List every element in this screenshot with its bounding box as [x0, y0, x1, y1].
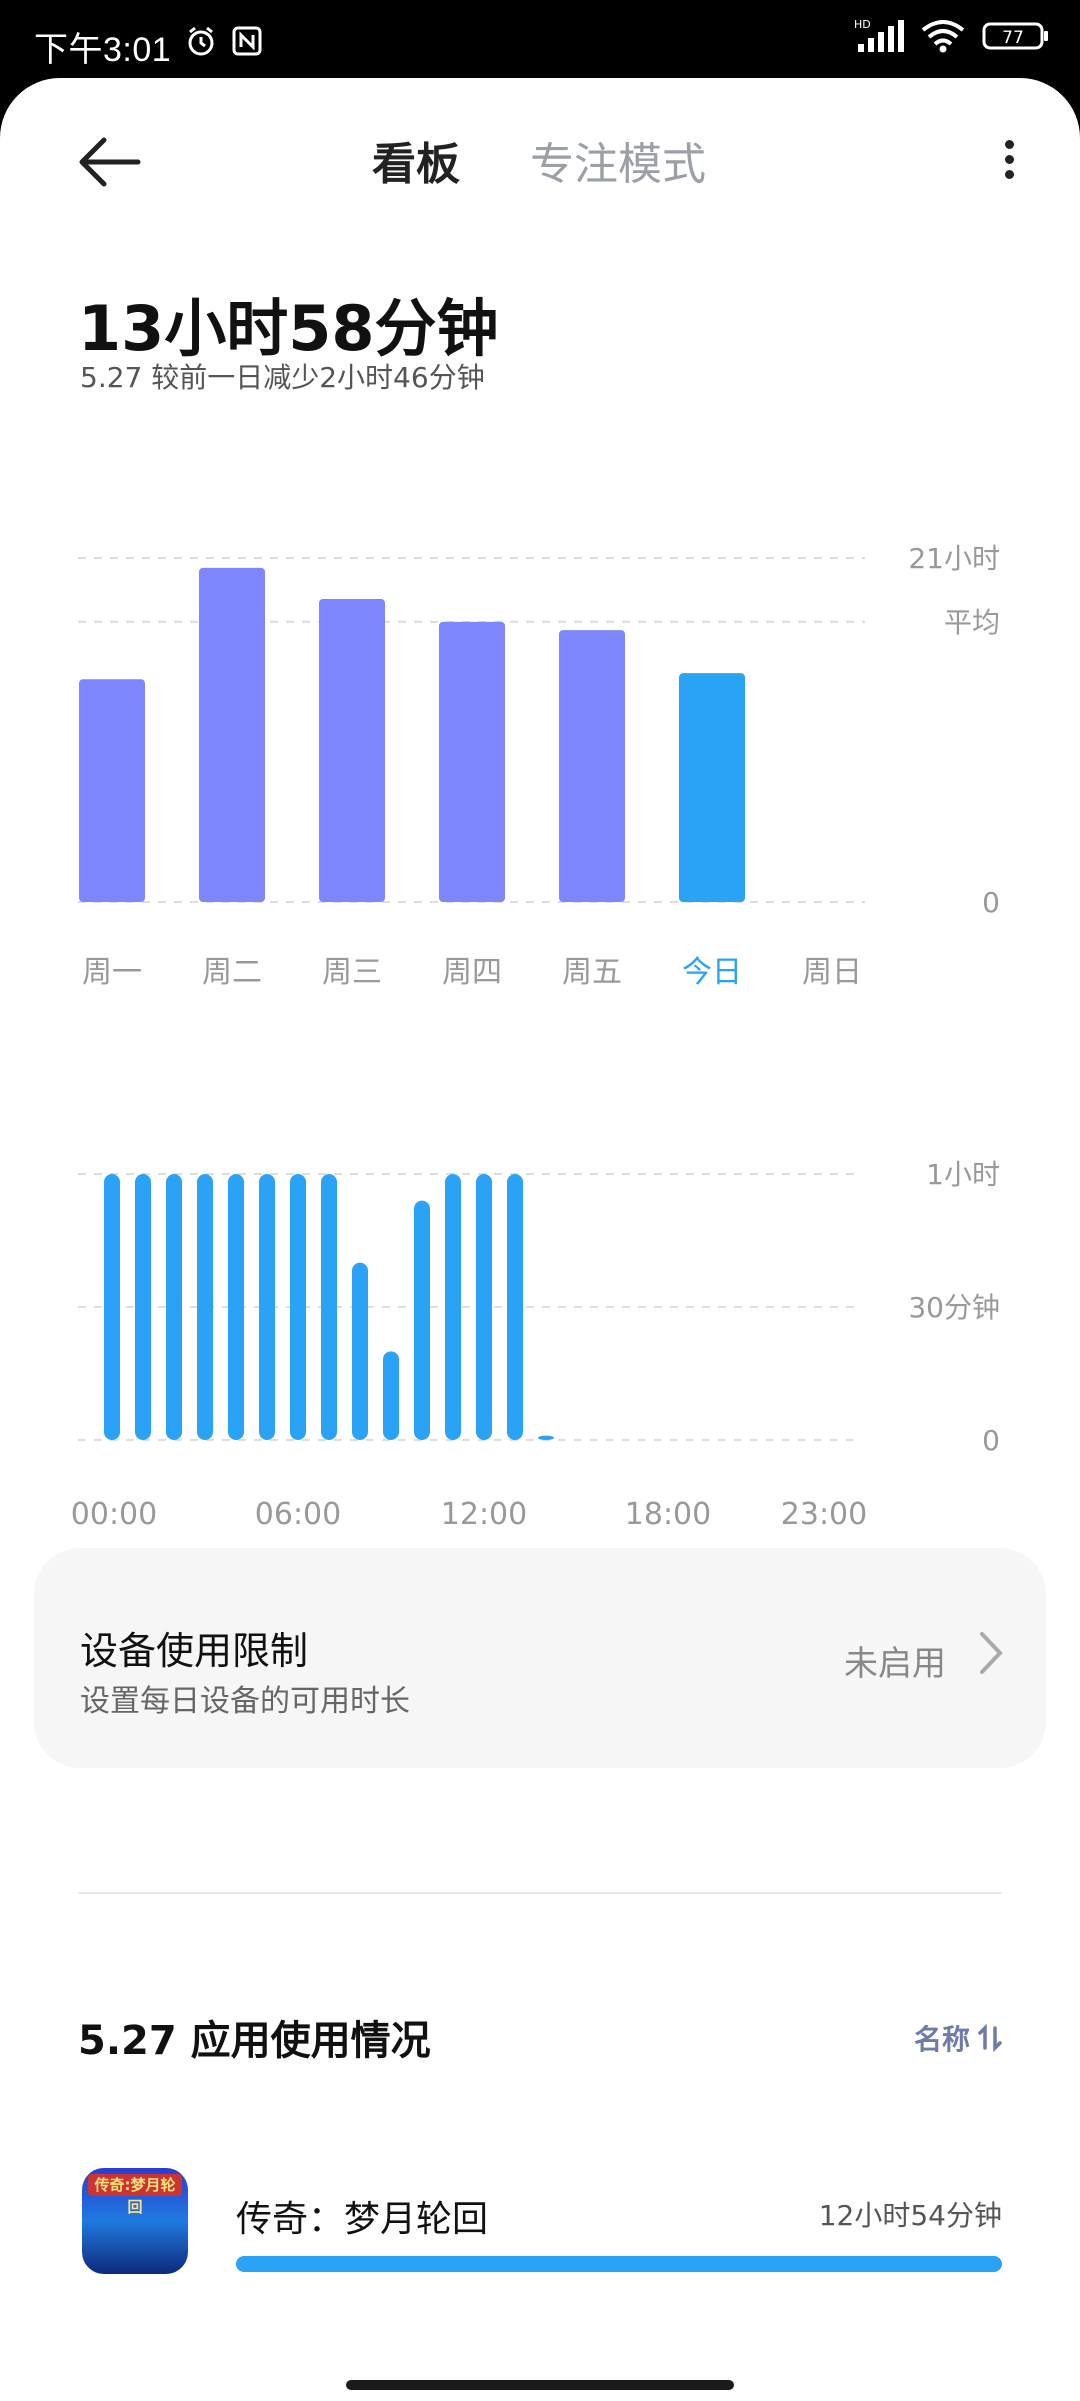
tab-dashboard[interactable]: 看板	[372, 128, 460, 192]
app-icon: 传奇:梦月轮回	[82, 2168, 188, 2274]
app-usage-bar	[236, 2256, 1002, 2272]
bar	[228, 1174, 244, 1440]
weekly-usage-chart: 21小时平均 0 周一 周二 周三 周四 周五 今日 周日	[78, 542, 1000, 990]
hourly-usage-chart: 1小时 30分钟 0 00:00 06:00 12:00 18:00 23:00	[71, 1158, 1000, 1532]
bar	[679, 673, 745, 902]
x-tick-label: 周五	[562, 955, 622, 990]
x-tick-label: 23:00	[781, 1497, 867, 1532]
app-usage-row[interactable]: 传奇:梦月轮回 传奇：梦月轮回 12小时54分钟	[0, 2168, 1080, 2318]
x-tick-label: 今日	[682, 955, 742, 990]
section-divider	[78, 1892, 1002, 1894]
app-icon-banner: 传奇:梦月轮回	[88, 2174, 182, 2216]
device-limit-card[interactable]: 设备使用限制 设置每日设备的可用时长 未启用	[34, 1548, 1046, 1768]
x-tick-label: 12:00	[441, 1497, 527, 1532]
y-tick-label: 30分钟	[908, 1291, 1000, 1324]
wifi-icon	[921, 20, 965, 53]
home-indicator[interactable]	[346, 2380, 734, 2390]
sort-label: 名称	[913, 2023, 970, 2056]
bar	[352, 1262, 368, 1440]
x-tick-label: 周一	[82, 955, 142, 990]
app-time: 12小时54分钟	[818, 2199, 1002, 2232]
bar	[507, 1174, 523, 1440]
signal-icon: HD	[854, 18, 904, 52]
x-tick-label: 18:00	[625, 1497, 711, 1532]
battery-level: 77	[1002, 28, 1024, 48]
y-tick-label: 平均	[944, 606, 1000, 639]
bar	[290, 1174, 306, 1440]
bar	[445, 1174, 461, 1440]
top-bar: 看板 专注模式	[0, 118, 1080, 198]
bar	[197, 1174, 213, 1440]
back-arrow-icon[interactable]	[74, 132, 144, 192]
bar	[259, 1174, 275, 1440]
bar	[135, 1174, 151, 1440]
bar	[383, 1351, 399, 1440]
device-limit-title: 设备使用限制	[80, 1629, 309, 1673]
total-screen-time: 13小时58分钟	[78, 292, 499, 365]
x-tick-label: 周四	[442, 955, 502, 990]
status-time: 下午3:01	[34, 31, 172, 69]
bar	[321, 1174, 337, 1440]
bar	[476, 1174, 492, 1440]
y-tick-label: 0	[982, 886, 1000, 919]
y-tick-label: 21小时	[908, 542, 1000, 575]
device-limit-status: 未启用	[844, 1644, 946, 1684]
device-limit-subtitle: 设置每日设备的可用时长	[80, 1684, 410, 1719]
y-tick-label: 1小时	[926, 1158, 1000, 1191]
y-tick-label: 0	[982, 1424, 1000, 1457]
bar	[538, 1435, 554, 1440]
day-comparison: 5.27 较前一日减少2小时46分钟	[80, 361, 485, 394]
bar	[319, 598, 385, 902]
app-usage-title: 5.27 应用使用情况	[78, 2018, 431, 2064]
x-tick-label: 00:00	[71, 1497, 157, 1532]
bar	[166, 1174, 182, 1440]
bar	[104, 1174, 120, 1440]
x-tick-label: 周日	[802, 955, 862, 990]
x-tick-label: 周二	[202, 955, 262, 990]
app-name: 传奇：梦月轮回	[236, 2199, 489, 2240]
nfc-icon	[232, 26, 262, 56]
status-bar: 下午3:01 HD 77	[0, 0, 1080, 80]
sort-icon	[978, 2024, 1002, 2052]
bar	[439, 621, 505, 902]
x-tick-label: 周三	[322, 955, 382, 990]
sort-button[interactable]: 名称	[914, 2018, 1002, 2058]
status-icons: HD 77	[854, 18, 1050, 54]
bar	[414, 1200, 430, 1440]
bar	[199, 567, 265, 902]
bar	[559, 630, 625, 902]
more-options-icon[interactable]	[994, 134, 1024, 194]
battery-icon: 77	[982, 22, 1048, 50]
network-label: HD	[854, 18, 871, 31]
tab-focus-mode[interactable]: 专注模式	[530, 128, 706, 192]
main-sheet: 看板 专注模式 13小时58分钟 5.27 较前一日减少2小时46分钟 21小时…	[0, 78, 1080, 2401]
x-tick-label: 06:00	[255, 1497, 341, 1532]
bar	[79, 679, 145, 902]
alarm-icon	[188, 26, 214, 56]
chevron-right-icon	[980, 1632, 1003, 1674]
